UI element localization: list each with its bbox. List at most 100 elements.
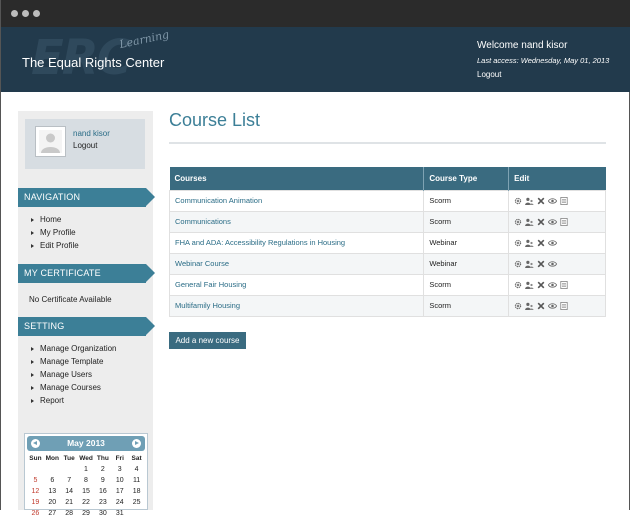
- navigation-list: Home My Profile Edit Profile: [31, 213, 79, 252]
- sidebar-username[interactable]: nand kisor: [73, 129, 110, 138]
- delete-icon[interactable]: [537, 197, 545, 205]
- setting-item-manage-template[interactable]: Manage Template: [31, 355, 117, 368]
- view-icon[interactable]: [548, 239, 558, 247]
- calendar-day[interactable]: 16: [94, 486, 111, 497]
- setting-item-manage-organization[interactable]: Manage Organization: [31, 342, 117, 355]
- course-type-cell: Scorm: [423, 294, 510, 317]
- users-icon[interactable]: [525, 239, 534, 247]
- view-icon[interactable]: [548, 260, 558, 268]
- calendar-next-icon[interactable]: [132, 439, 141, 448]
- users-icon[interactable]: [525, 197, 534, 205]
- setting-item-manage-users[interactable]: Manage Users: [31, 368, 117, 381]
- calendar-day[interactable]: 22: [78, 497, 95, 508]
- calendar-day[interactable]: 25: [128, 497, 145, 508]
- calendar-day[interactable]: 13: [44, 486, 61, 497]
- gear-icon[interactable]: [514, 281, 522, 289]
- view-icon[interactable]: [548, 281, 558, 289]
- calendar-day[interactable]: 14: [61, 486, 78, 497]
- gear-icon[interactable]: [514, 218, 522, 226]
- course-name-link[interactable]: FHA and ADA: Accessibility Regulations i…: [168, 231, 425, 254]
- avatar: [35, 126, 66, 157]
- calendar-day[interactable]: 5: [27, 475, 44, 486]
- calendar-day[interactable]: 2: [94, 464, 111, 475]
- calendar-day[interactable]: 6: [44, 475, 61, 486]
- calendar-day[interactable]: 15: [78, 486, 95, 497]
- calendar-day[interactable]: 19: [27, 497, 44, 508]
- course-edit-cell: [508, 189, 606, 212]
- calendar-week-row: 12 13 14 15 16 17 18: [27, 486, 145, 497]
- nav-item-label: My Profile: [40, 228, 76, 237]
- course-type-cell: Webinar: [423, 231, 510, 254]
- sidebar-logout-link[interactable]: Logout: [73, 141, 97, 150]
- view-icon[interactable]: [548, 302, 558, 310]
- course-name-link[interactable]: Communication Animation: [168, 189, 425, 212]
- logo-name[interactable]: The Equal Rights Center: [22, 55, 164, 70]
- setting-item-label: Report: [40, 396, 65, 405]
- setting-item-report[interactable]: Report: [31, 394, 117, 407]
- course-name-link[interactable]: Multifamily Housing: [168, 294, 425, 317]
- setting-item-label: Manage Organization: [40, 344, 117, 353]
- course-name-link[interactable]: Communications: [168, 210, 425, 233]
- delete-icon[interactable]: [537, 218, 545, 226]
- calendar-day[interactable]: 21: [61, 497, 78, 508]
- calendar-day[interactable]: 4: [128, 464, 145, 475]
- users-icon[interactable]: [525, 218, 534, 226]
- report-icon[interactable]: [560, 280, 568, 289]
- gear-icon[interactable]: [514, 260, 522, 268]
- calendar-day[interactable]: 9: [94, 475, 111, 486]
- view-icon[interactable]: [548, 197, 558, 205]
- course-name-link[interactable]: General Fair Housing: [168, 273, 425, 296]
- column-header-courses: Courses: [169, 167, 425, 190]
- window-minimize-dot[interactable]: [22, 10, 29, 17]
- nav-item-edit-profile[interactable]: Edit Profile: [31, 239, 79, 252]
- calendar-day[interactable]: 3: [111, 464, 128, 475]
- users-icon[interactable]: [525, 281, 534, 289]
- calendar-day[interactable]: 12: [27, 486, 44, 497]
- calendar-day[interactable]: 7: [61, 475, 78, 486]
- header-logout-link[interactable]: Logout: [477, 70, 501, 79]
- setting-item-manage-courses[interactable]: Manage Courses: [31, 381, 117, 394]
- window-close-dot[interactable]: [11, 10, 18, 17]
- report-icon[interactable]: [560, 301, 568, 310]
- nav-item-label: Home: [40, 215, 62, 224]
- column-header-course-type: Course Type: [423, 167, 510, 190]
- window-zoom-dot[interactable]: [33, 10, 40, 17]
- calendar-day[interactable]: 24: [111, 497, 128, 508]
- calendar-day[interactable]: 23: [94, 497, 111, 508]
- course-type-cell: Webinar: [423, 252, 510, 275]
- calendar-weekday-label: Tue: [63, 455, 75, 462]
- add-course-button[interactable]: Add a new course: [169, 332, 246, 349]
- nav-item-my-profile[interactable]: My Profile: [31, 226, 79, 239]
- no-certificate-text: No Certificate Available: [29, 295, 112, 304]
- table-header-row: Courses Course Type Edit: [169, 167, 606, 190]
- navigation-section-header: NAVIGATION: [18, 188, 155, 207]
- delete-icon[interactable]: [537, 281, 545, 289]
- users-icon[interactable]: [525, 302, 534, 310]
- gear-icon[interactable]: [514, 197, 522, 205]
- calendar-day[interactable]: 20: [44, 497, 61, 508]
- delete-icon[interactable]: [537, 260, 545, 268]
- report-icon[interactable]: [560, 196, 568, 205]
- gear-icon[interactable]: [514, 302, 522, 310]
- report-icon[interactable]: [560, 217, 568, 226]
- delete-icon[interactable]: [537, 302, 545, 310]
- delete-icon[interactable]: [537, 239, 545, 247]
- gear-icon[interactable]: [514, 239, 522, 247]
- course-type-cell: Scorm: [423, 189, 510, 212]
- calendar-day[interactable]: 10: [111, 475, 128, 486]
- calendar-day[interactable]: 11: [128, 475, 145, 486]
- setting-item-label: Manage Courses: [40, 383, 101, 392]
- calendar-day[interactable]: 8: [78, 475, 95, 486]
- nav-item-home[interactable]: Home: [31, 213, 79, 226]
- users-icon[interactable]: [525, 260, 534, 268]
- calendar-prev-icon[interactable]: [31, 439, 40, 448]
- course-name-link[interactable]: Webinar Course: [168, 252, 425, 275]
- table-row: FHA and ADA: Accessibility Regulations i…: [168, 231, 606, 254]
- course-edit-cell: [508, 294, 606, 317]
- calendar-day: [44, 464, 61, 475]
- calendar-day[interactable]: 18: [128, 486, 145, 497]
- calendar-day[interactable]: 1: [78, 464, 95, 475]
- view-icon[interactable]: [548, 218, 558, 226]
- calendar-day[interactable]: 17: [111, 486, 128, 497]
- calendar-day: [61, 464, 78, 475]
